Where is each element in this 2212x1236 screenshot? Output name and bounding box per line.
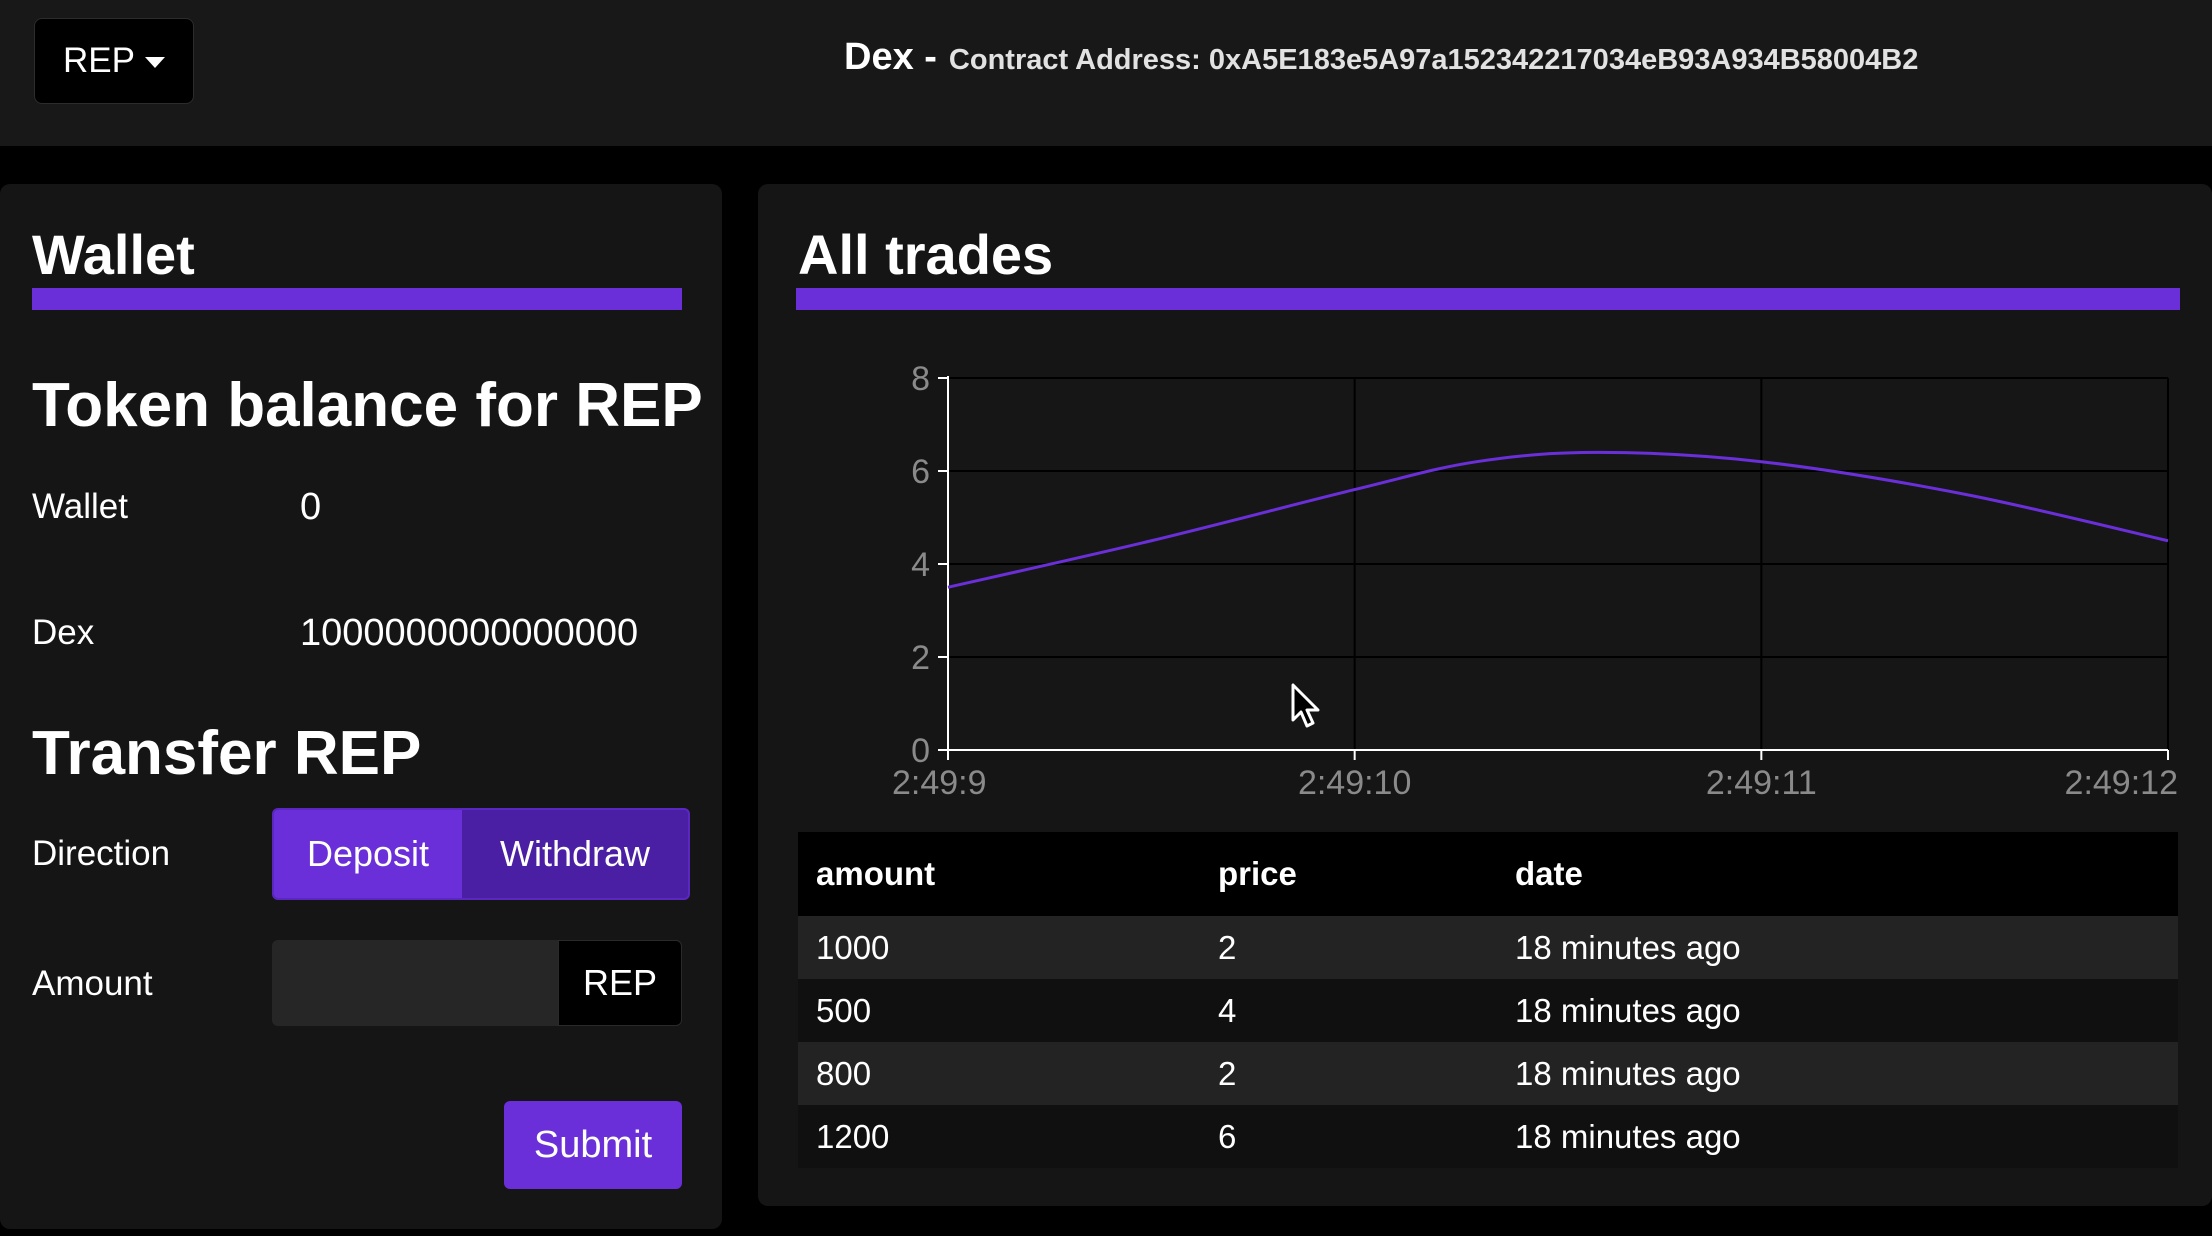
trade-price-cell: 2 (1200, 916, 1497, 979)
trade-price-cell: 6 (1200, 1105, 1497, 1168)
table-row: 800 2 18 minutes ago (798, 1042, 2178, 1105)
mouse-pointer-icon (1291, 683, 1320, 728)
x-tick-label: 2:49:10 (1298, 764, 1411, 802)
table-row: 1000 2 18 minutes ago (798, 916, 2178, 979)
withdraw-button[interactable]: Withdraw (462, 810, 688, 898)
trade-amount-cell: 500 (798, 979, 1200, 1042)
column-header-amount[interactable]: amount (798, 832, 1200, 916)
y-tick-label: 6 (911, 453, 930, 491)
trade-price-cell: 2 (1200, 1042, 1497, 1105)
x-tick-label: 2:49:9 (892, 764, 987, 802)
trades-table: amount price date 1000 2 18 minutes ago … (798, 832, 2178, 1168)
trade-amount-cell: 1200 (798, 1105, 1200, 1168)
column-header-price[interactable]: price (1200, 832, 1497, 916)
direction-label: Direction (32, 834, 171, 873)
y-tick-label: 8 (911, 360, 930, 398)
trade-price-cell: 4 (1200, 979, 1497, 1042)
amount-unit-addon: REP (558, 940, 682, 1026)
trade-date-cell: 18 minutes ago (1497, 979, 2178, 1042)
table-row: 1200 6 18 minutes ago (798, 1105, 2178, 1168)
table-header-row: amount price date (798, 832, 2178, 916)
submit-button[interactable]: Submit (504, 1101, 682, 1189)
amount-input[interactable] (272, 940, 558, 1026)
trade-date-cell: 18 minutes ago (1497, 916, 2178, 979)
trade-date-cell: 18 minutes ago (1497, 1105, 2178, 1168)
y-tick-label: 2 (911, 639, 930, 677)
trade-date-cell: 18 minutes ago (1497, 1042, 2178, 1105)
chart-grid (948, 377, 2169, 750)
table-row: 500 4 18 minutes ago (798, 979, 2178, 1042)
trades-line-chart: 024682:49:9 2:49:10 2:49:11 2:49:12 (892, 360, 2178, 802)
y-tick-label: 4 (911, 546, 930, 584)
amount-label: Amount (32, 964, 153, 1003)
trade-amount-cell: 800 (798, 1042, 1200, 1105)
trade-amount-cell: 1000 (798, 916, 1200, 979)
deposit-button[interactable]: Deposit (274, 810, 462, 898)
direction-toggle: Deposit Withdraw (272, 808, 690, 900)
x-tick-label: 2:49:11 (1706, 764, 1817, 802)
column-header-date[interactable]: date (1497, 832, 2178, 916)
x-tick-label: 2:49:12 (2065, 764, 2178, 802)
